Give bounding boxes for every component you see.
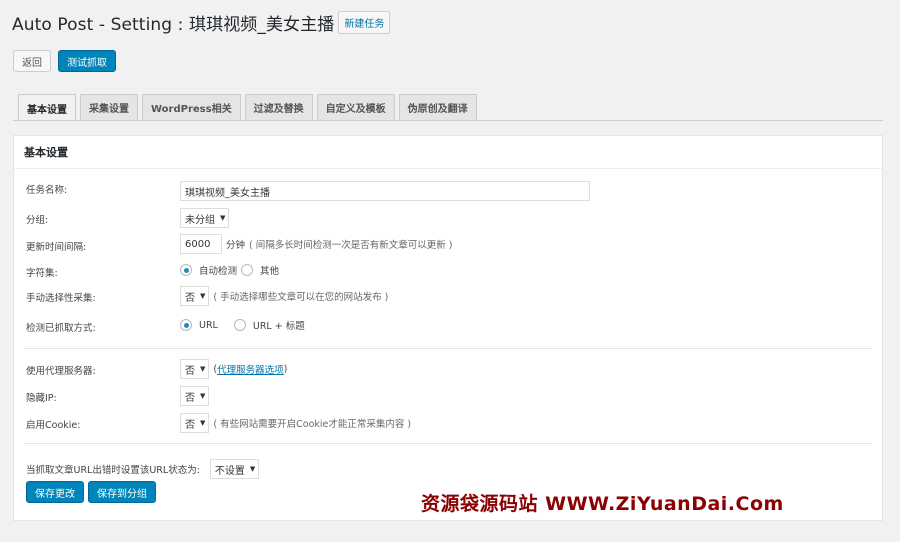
chevron-down-icon: ▼ (220, 214, 226, 222)
action-row: 返回 测试抓取 (13, 50, 116, 72)
section-divider (24, 443, 872, 444)
group-row: 分组: (26, 212, 181, 226)
cookie-label: 启用Cookie: (26, 420, 81, 431)
cookie-select[interactable]: 否 ▼ (180, 413, 210, 433)
charset-other-label: 其他 (260, 266, 280, 277)
url-error-row: 当抓取文章URL出错时设置该URL状态为: 不设置 ▼ (26, 459, 260, 479)
charset-label: 字符集: (26, 268, 58, 279)
charset-auto-label: 自动检测 (199, 266, 238, 277)
interval-input[interactable]: 6000 (180, 234, 222, 254)
manual-select-value: 否 (185, 292, 195, 304)
detect-method-control: URL URL + 标题 (180, 318, 305, 332)
proxy-control: 否 ▼ (代理服务器选项) (180, 359, 287, 379)
chevron-down-icon: ▼ (200, 292, 206, 300)
manual-select-control: 否 ▼ ( 手动选择哪些文章可以在您的网站发布 ) (180, 286, 388, 306)
interval-unit: 分钟 (226, 240, 246, 251)
group-select-value: 未分组 (185, 214, 215, 226)
new-task-button[interactable]: 新建任务 (338, 11, 391, 34)
interval-control: 6000 分钟 ( 间隔多长时间检测一次是否有新文章可以更新 ) (180, 234, 452, 254)
cookie-select-value: 否 (185, 419, 195, 431)
task-name-row: 任务名称: (26, 182, 181, 196)
proxy-options-link[interactable]: 代理服务器选项 (217, 362, 284, 376)
settings-tabs: 基本设置 采集设置 WordPress相关 过滤及替换 自定义及模板 伪原创及翻… (18, 94, 477, 121)
charset-control: 自动检测 其他 (180, 263, 279, 277)
detect-method-row: 检测已抓取方式: (26, 320, 181, 334)
hide-ip-label: 隐藏IP: (26, 393, 57, 404)
detect-method-label: 检测已抓取方式: (26, 323, 96, 334)
chevron-down-icon: ▼ (200, 419, 206, 427)
proxy-label: 使用代理服务器: (26, 366, 96, 377)
save-changes-button[interactable]: 保存更改 (26, 481, 84, 503)
chevron-down-icon: ▼ (249, 465, 256, 473)
url-error-select-value: 不设置 (214, 465, 245, 477)
detect-url-label: URL (199, 319, 218, 331)
tab-rewrite-translate[interactable]: 伪原创及翻译 (398, 94, 477, 120)
manual-select-dropdown[interactable]: 否 ▼ (180, 286, 210, 306)
title-row: Auto Post - Setting : 琪琪视频_美女主播 新建任务 (12, 10, 391, 35)
hide-ip-row: 隐藏IP: (26, 390, 181, 404)
proxy-link-close: ) (283, 363, 288, 375)
chevron-down-icon: ▼ (200, 392, 206, 400)
cookie-note: ( 有些网站需要开启Cookie才能正常采集内容 ) (213, 419, 412, 430)
manual-select-row: 手动选择性采集: (26, 290, 181, 304)
cookie-row: 启用Cookie: (26, 417, 181, 431)
charset-other-radio[interactable] (241, 264, 254, 276)
tab-basic-settings[interactable]: 基本设置 (18, 94, 76, 121)
panel-title: 基本设置 (14, 136, 882, 169)
detect-url-title-radio[interactable] (233, 319, 246, 331)
tab-custom-template[interactable]: 自定义及模板 (316, 94, 395, 120)
manual-select-note: ( 手动选择哪些文章可以在您的网站发布 ) (213, 292, 389, 303)
interval-row: 更新时间间隔: (26, 239, 181, 253)
proxy-select[interactable]: 否 ▼ (180, 359, 210, 379)
interval-label: 更新时间间隔: (26, 242, 87, 253)
cookie-control: 否 ▼ ( 有些网站需要开启Cookie才能正常采集内容 ) (180, 413, 411, 433)
hide-ip-select[interactable]: 否 ▼ (180, 386, 210, 406)
proxy-row: 使用代理服务器: (26, 363, 181, 377)
group-control: 未分组 ▼ (180, 208, 230, 228)
save-to-group-button[interactable]: 保存到分组 (88, 481, 156, 503)
charset-row: 字符集: (26, 265, 181, 279)
url-error-select[interactable]: 不设置 ▼ (209, 459, 260, 479)
tab-collect-settings[interactable]: 采集设置 (80, 94, 138, 120)
interval-note: ( 间隔多长时间检测一次是否有新文章可以更新 ) (249, 240, 453, 251)
group-label: 分组: (26, 215, 49, 226)
detect-url-radio[interactable] (180, 319, 192, 331)
charset-auto-radio[interactable] (180, 264, 192, 276)
detect-url-title-label: URL + 标题 (252, 321, 305, 332)
hide-ip-control: 否 ▼ (180, 386, 210, 406)
task-name-label: 任务名称: (26, 185, 68, 196)
task-name-control: 琪琪视频_美女主播 (180, 181, 590, 201)
chevron-down-icon: ▼ (200, 365, 206, 373)
watermark-text: 资源袋源码站 WWW.ZiYuanDai.Com (421, 493, 784, 515)
save-row: 保存更改 保存到分组 (26, 481, 156, 503)
tab-filter-replace[interactable]: 过滤及替换 (244, 94, 313, 120)
task-name-input[interactable]: 琪琪视频_美女主播 (180, 181, 590, 201)
test-fetch-button[interactable]: 测试抓取 (58, 50, 116, 72)
tab-wordpress[interactable]: WordPress相关 (142, 94, 241, 120)
manual-select-label: 手动选择性采集: (26, 293, 96, 304)
page-title: Auto Post - Setting : 琪琪视频_美女主播 (12, 15, 335, 35)
url-error-label: 当抓取文章URL出错时设置该URL状态为: (26, 465, 200, 476)
tabs-divider (13, 120, 883, 121)
settings-panel: 基本设置 任务名称: 琪琪视频_美女主播 分组: 未分组 ▼ 更新时间间隔: 6… (13, 135, 883, 521)
section-divider (24, 348, 872, 349)
back-button[interactable]: 返回 (13, 50, 51, 72)
proxy-select-value: 否 (185, 365, 195, 377)
group-select[interactable]: 未分组 ▼ (180, 208, 230, 228)
hide-ip-select-value: 否 (185, 392, 195, 404)
